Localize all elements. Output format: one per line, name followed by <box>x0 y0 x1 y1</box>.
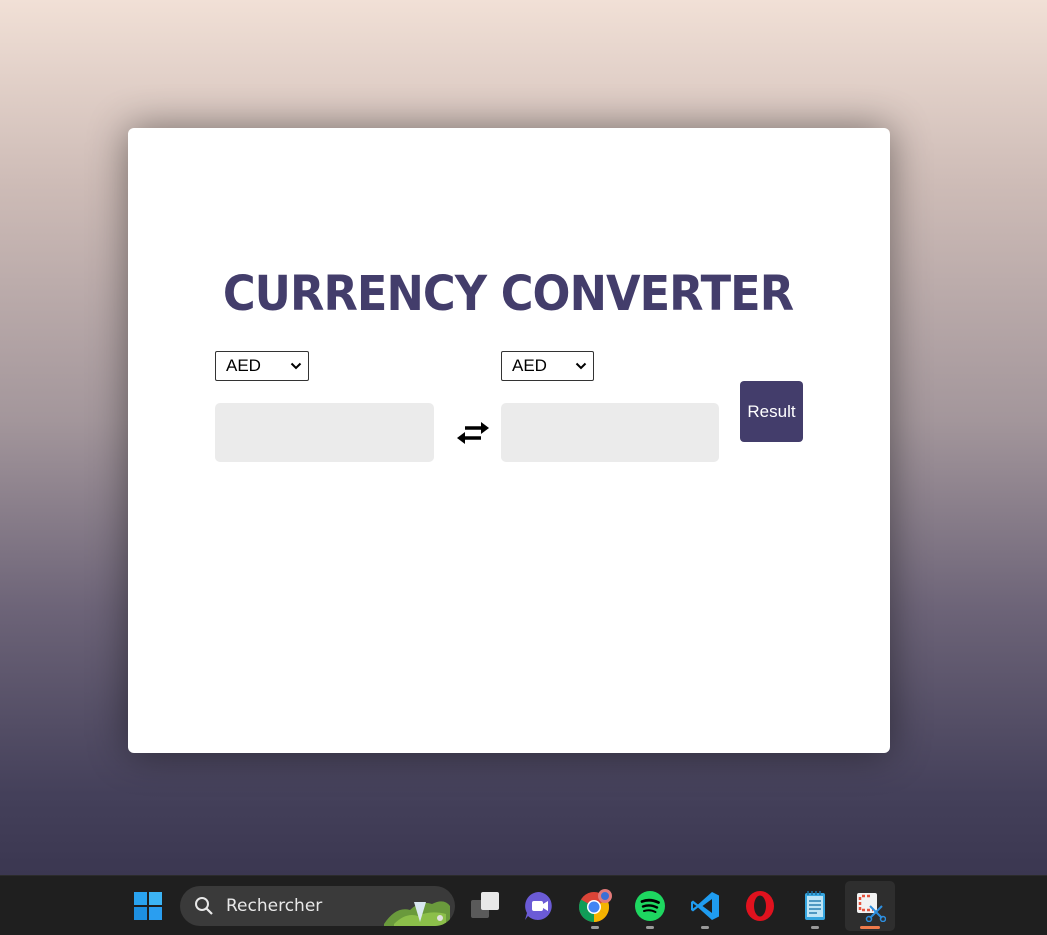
snipping-tool-active-indicator <box>860 926 880 929</box>
spotify-running-indicator <box>646 926 654 929</box>
from-amount-input[interactable] <box>215 403 434 462</box>
chevron-down-icon <box>290 362 302 370</box>
chevron-down-icon <box>575 362 587 370</box>
search-placeholder: Rechercher <box>226 896 323 916</box>
windows-start-icon[interactable] <box>131 889 165 923</box>
from-currency-select[interactable]: AED <box>215 351 309 381</box>
task-view-icon[interactable] <box>468 889 502 923</box>
vscode-running-indicator <box>701 926 709 929</box>
spotify-icon[interactable] <box>633 889 667 923</box>
swap-arrows-icon[interactable] <box>455 418 491 448</box>
snipping-tool-icon[interactable] <box>853 889 887 923</box>
search-highlight-image <box>384 901 450 926</box>
to-currency-value: AED <box>512 356 547 375</box>
vscode-icon[interactable] <box>688 889 722 923</box>
taskbar-search[interactable]: Rechercher <box>180 886 455 926</box>
notepad-running-indicator <box>811 926 819 929</box>
search-icon <box>195 897 213 915</box>
to-currency-select[interactable]: AED <box>501 351 594 381</box>
result-button[interactable]: Result <box>740 381 803 442</box>
meet-icon[interactable] <box>522 889 556 923</box>
from-currency-value: AED <box>226 356 261 375</box>
notepad-icon[interactable] <box>798 889 832 923</box>
taskbar: Rechercher <box>0 875 1047 935</box>
chrome-running-indicator <box>591 926 599 929</box>
to-amount-input[interactable] <box>501 403 719 462</box>
chrome-icon[interactable] <box>578 889 612 923</box>
page-title: CURRENCY CONVERTER <box>222 266 794 322</box>
opera-icon[interactable] <box>743 889 777 923</box>
